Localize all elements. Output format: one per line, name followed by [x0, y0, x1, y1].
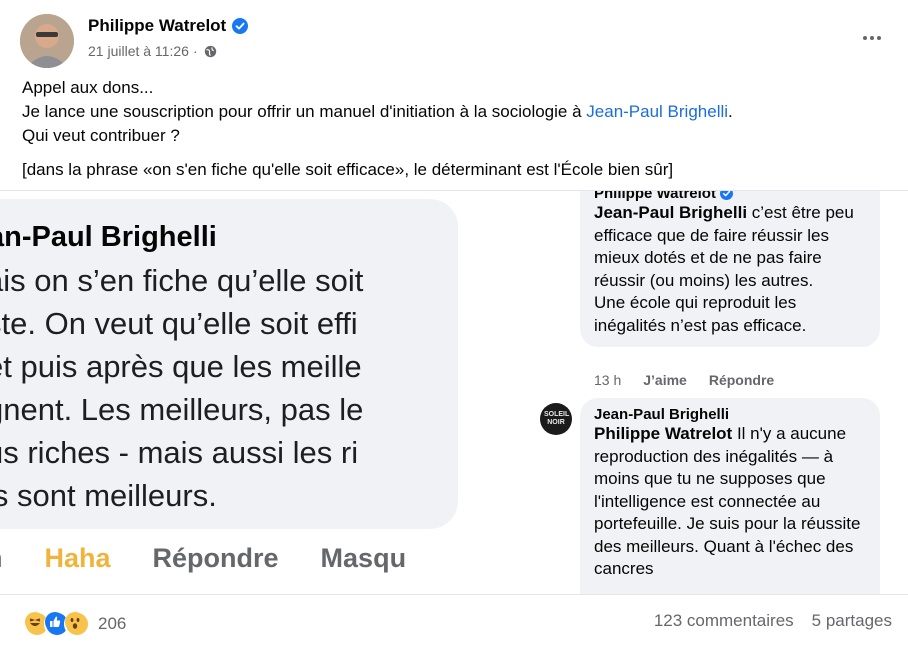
zoomed-comment-line: et puis après que les meille: [0, 349, 362, 384]
commenter-avatar-text: SOLEIL NOIR: [544, 411, 570, 426]
public-globe-icon[interactable]: [204, 45, 217, 58]
comment-body: Philippe Watrelot Il n'y a aucune reprod…: [594, 423, 866, 581]
mention-link[interactable]: Jean-Paul Brighelli: [586, 102, 728, 121]
commenter-avatar: SOLEIL NOIR: [540, 403, 572, 435]
verified-badge-icon: [719, 191, 733, 200]
author-avatar[interactable]: [20, 14, 74, 68]
zoomed-comment-line: ls sont meilleurs.: [0, 478, 217, 513]
comment-mention: Philippe Watrelot: [594, 424, 733, 443]
comment-mention: Jean-Paul Brighelli: [594, 203, 748, 222]
comment-author: Jean-Paul Brighelli: [594, 406, 866, 423]
reactions-summary[interactable]: 206: [24, 611, 126, 637]
zoomed-action-haha: Haha: [44, 543, 111, 573]
zoomed-action-hide: Masqu: [320, 543, 407, 573]
facebook-post: Philippe Watrelot 21 juillet à 11:26 · A…: [0, 0, 908, 653]
author-name[interactable]: Philippe Watrelot: [88, 16, 249, 36]
post-text-segment: .: [728, 102, 733, 121]
author-name-text[interactable]: Philippe Watrelot: [88, 16, 226, 36]
zoomed-comment-author: an-Paul Brighelli: [0, 221, 217, 253]
comment-author-name: Philippe Watrelot: [594, 191, 716, 202]
comment-author: Philippe Watrelot: [594, 191, 866, 202]
post-image[interactable]: an-Paul Brighelli ais on s’en fiche qu’e…: [0, 190, 908, 595]
post-text-line: Appel aux dons...: [22, 78, 154, 97]
comment-text: Il n'y a aucune reproduction des inégali…: [594, 424, 861, 578]
comment-bubble: Jean-Paul Brighelli Philippe Watrelot Il…: [580, 398, 880, 595]
post-stats: 123 commentaires 5 partages: [654, 611, 892, 631]
post-text-segment: Je lance une souscription pour offrir un…: [22, 102, 587, 121]
zoomed-comment-line: us riches - mais aussi les ri: [0, 435, 359, 470]
comment-like: J’aime: [643, 372, 687, 388]
zoomed-action-like: h: [0, 543, 3, 574]
shares-count-link[interactable]: 5 partages: [812, 611, 892, 631]
more-options-icon[interactable]: [858, 26, 886, 50]
zoomed-comment-crop: an-Paul Brighelli ais on s’en fiche qu’e…: [0, 191, 458, 595]
zoomed-comment-line: ais on s’en fiche qu’elle soit: [0, 263, 364, 298]
post-text-note: [dans la phrase «on s'en fiche qu'elle s…: [22, 160, 674, 179]
post-text-line: Qui veut contribuer ?: [22, 126, 180, 145]
comment-body: Jean-Paul Brighelli c’est être peu effic…: [594, 202, 866, 337]
comment-author-name: Jean-Paul Brighelli: [594, 406, 730, 423]
zoomed-comment-actions: h Haha Répondre Masqu: [0, 543, 406, 574]
zoomed-action-reply: Répondre: [152, 543, 279, 573]
post-meta: 21 juillet à 11:26 ·: [88, 43, 217, 59]
zoomed-comment-line: gnent. Les meilleurs, pas le: [0, 392, 364, 427]
post-footer: 206 123 commentaires 5 partages: [0, 594, 908, 653]
comment-time: 13 h: [594, 372, 622, 388]
post-text-line: Je lance une souscription pour offrir un…: [22, 100, 892, 124]
comment-thread-crop: Philippe Watrelot Jean-Paul Brighelli c’…: [458, 191, 908, 595]
comment-text: Une école qui reproduit les inégalités n…: [594, 293, 807, 335]
post-date[interactable]: 21 juillet à 11:26: [88, 43, 189, 59]
comments-count-link[interactable]: 123 commentaires: [654, 611, 794, 631]
reaction-count[interactable]: 206: [98, 614, 126, 634]
post-text: Appel aux dons... Je lance une souscript…: [22, 76, 892, 182]
comment-bubble: Philippe Watrelot Jean-Paul Brighelli c’…: [580, 191, 880, 347]
comment-actions: 13 h J’aime Répondre: [594, 372, 774, 388]
zoomed-comment-line: ste. On veut qu’elle soit effi: [0, 306, 358, 341]
meta-separator: ·: [192, 43, 198, 59]
verified-badge-icon: [232, 18, 249, 34]
wow-reaction-icon: [64, 611, 90, 637]
comment-reply: Répondre: [708, 372, 775, 388]
